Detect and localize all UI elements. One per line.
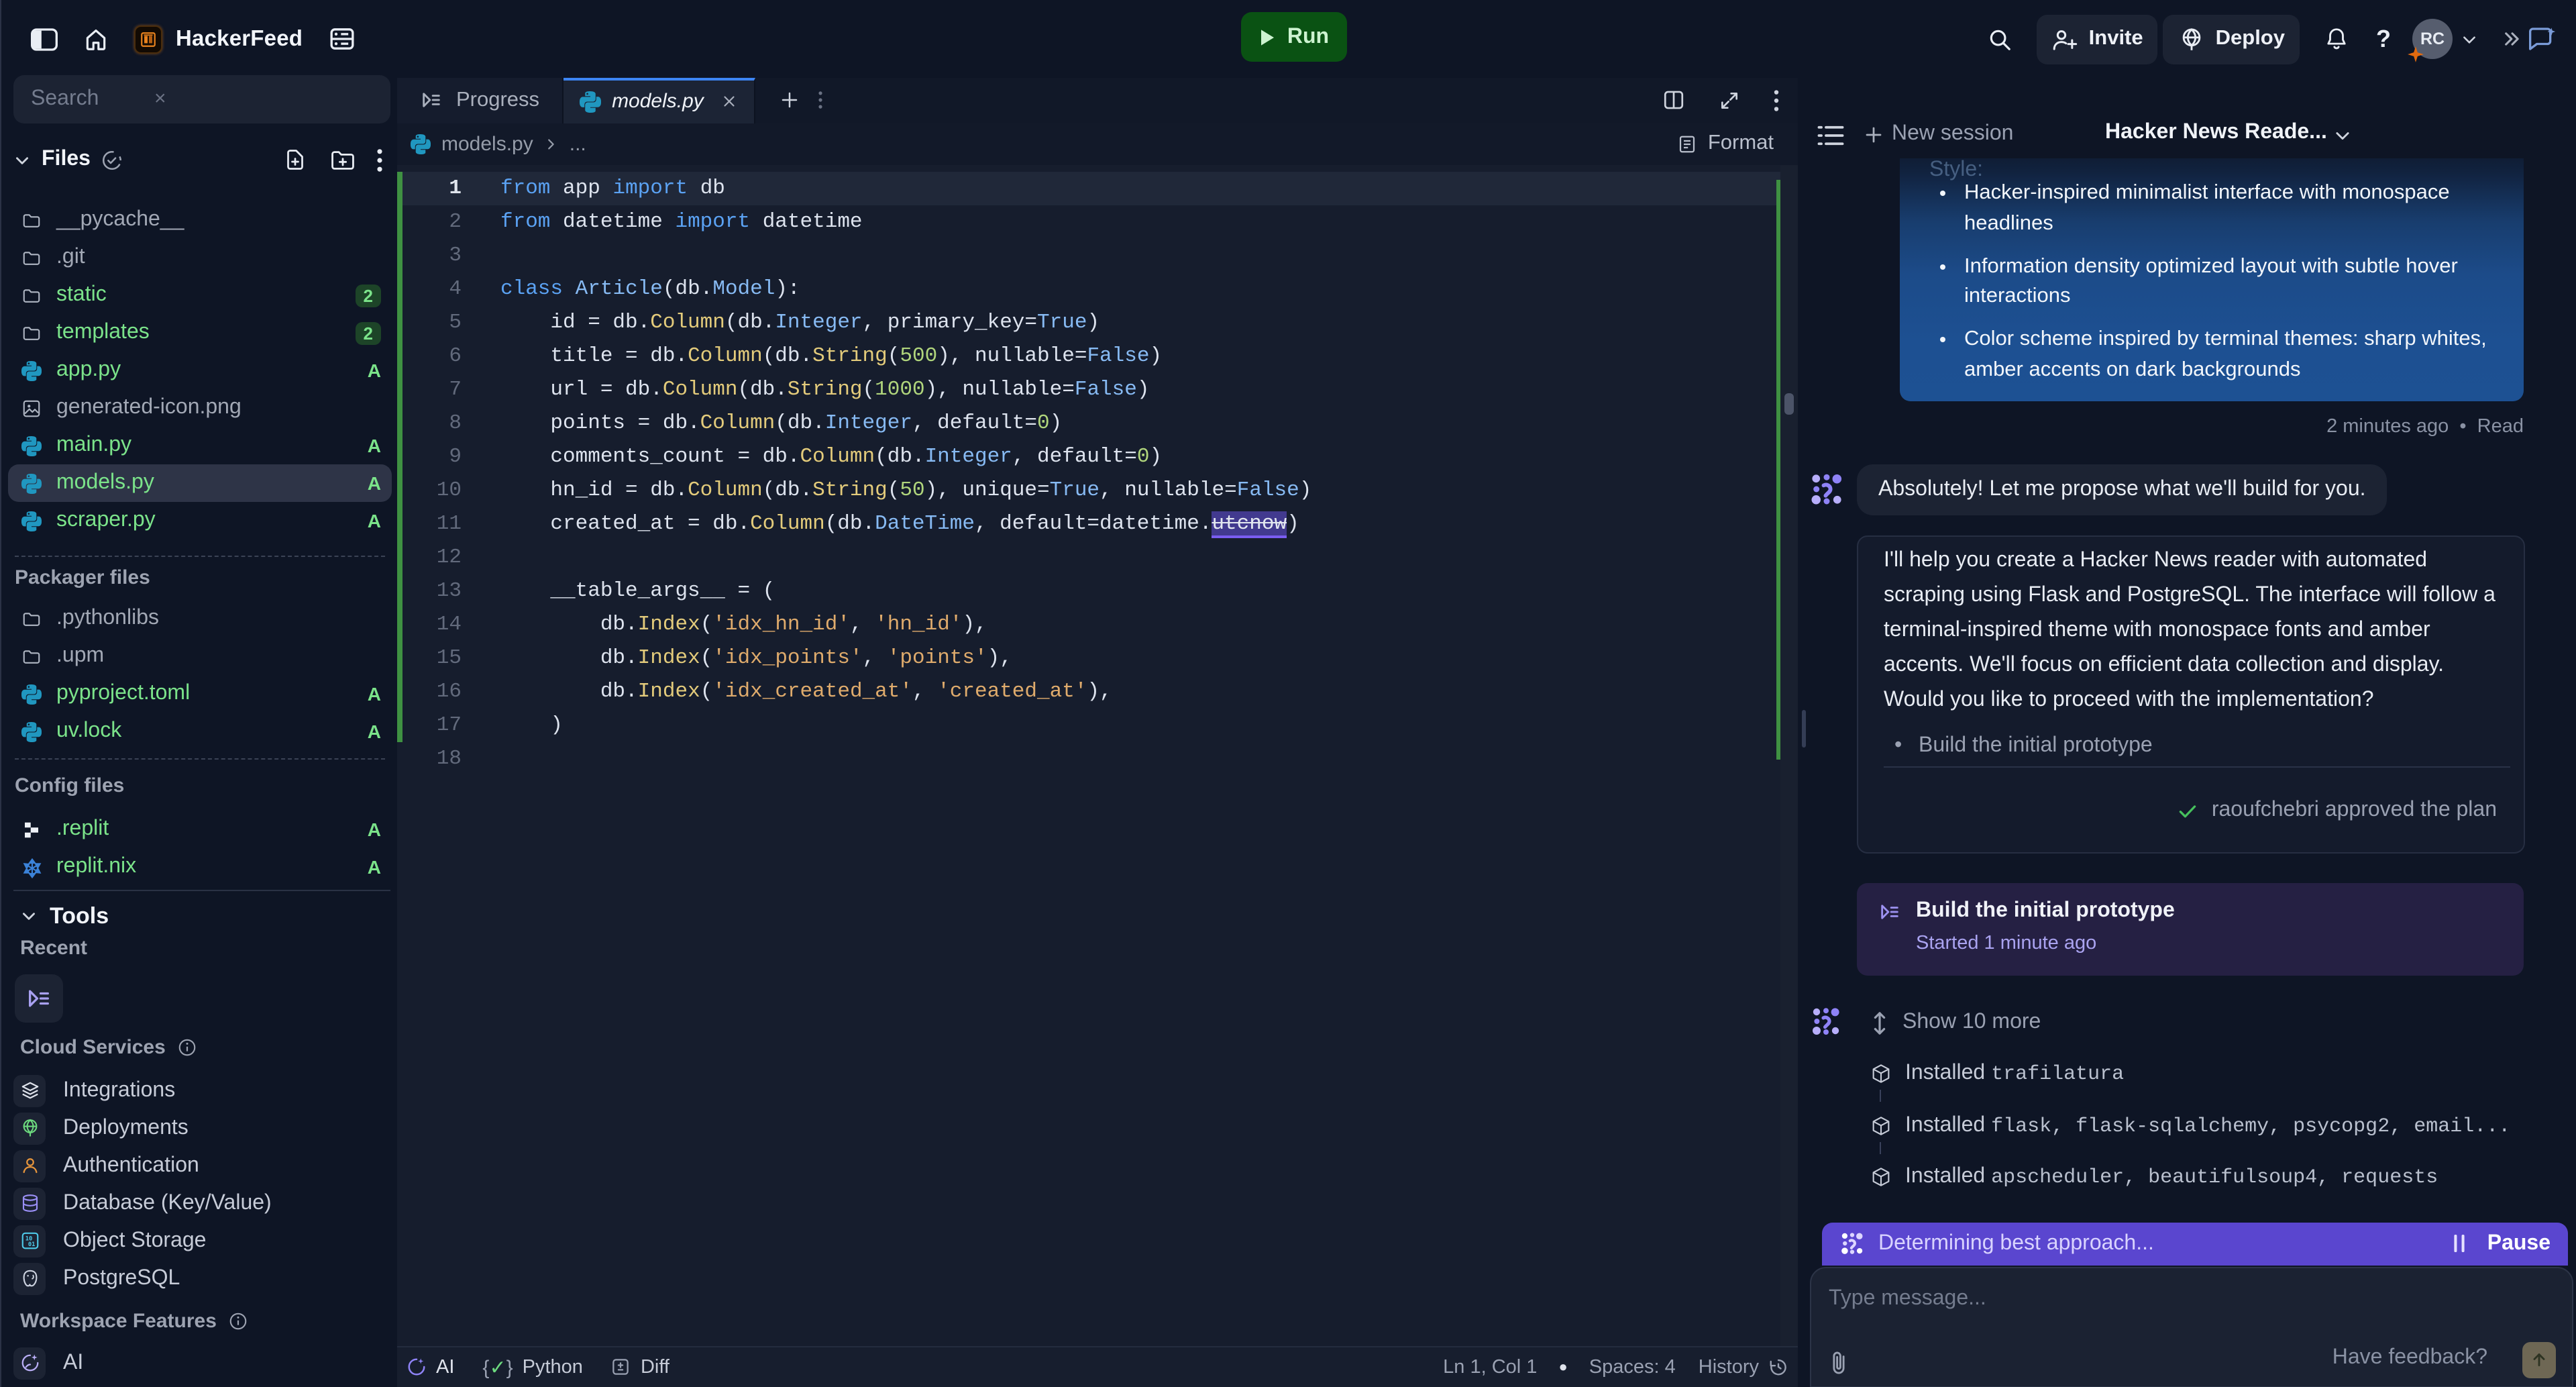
svg-text:01: 01: [28, 1241, 35, 1248]
